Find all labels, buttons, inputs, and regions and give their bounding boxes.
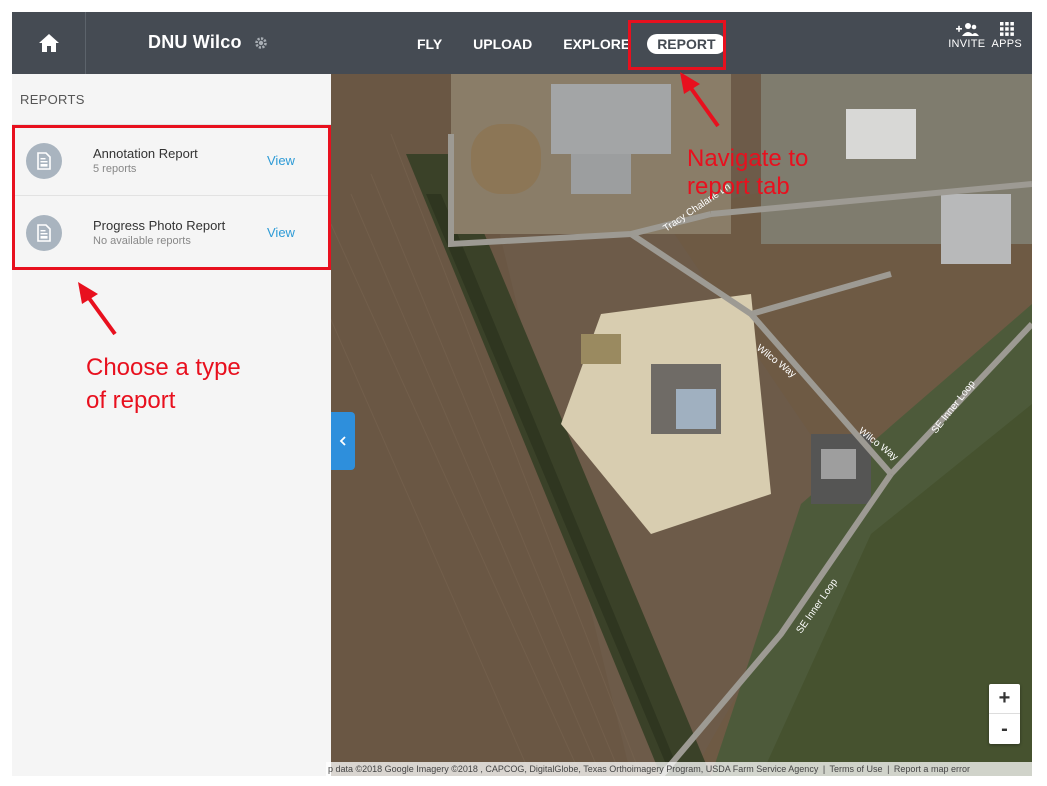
annotation-choose-hint-line1: Choose a type [86, 354, 241, 381]
annotation-navigate-hint: Navigate to report tab [687, 145, 809, 200]
annotation-choose-hint-line2: of report [86, 387, 176, 414]
app-window: DNU Wilco FLY UPLOAD EXPLORE REPORT INVI… [12, 12, 1032, 776]
